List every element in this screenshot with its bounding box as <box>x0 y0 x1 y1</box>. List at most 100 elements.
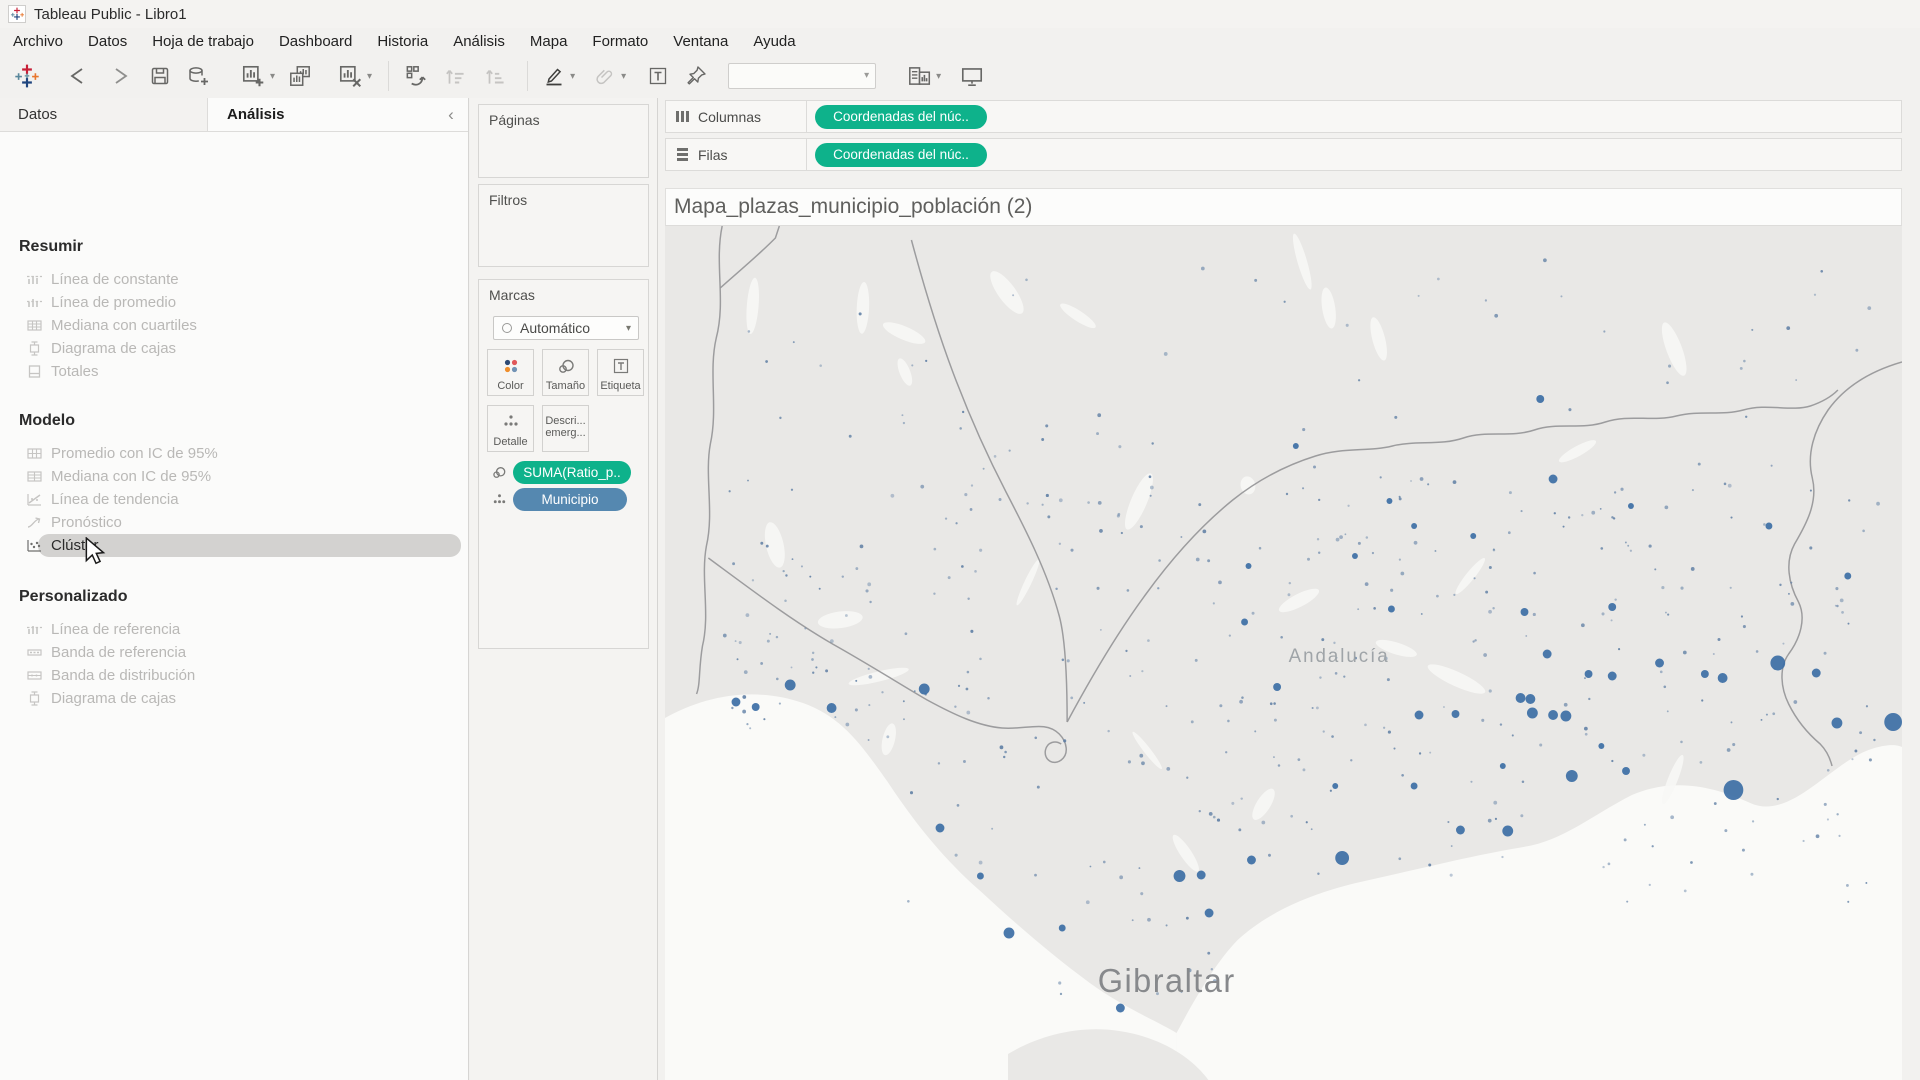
toolbar-separator <box>388 61 389 91</box>
filters-shelf[interactable]: Filtros <box>478 184 649 267</box>
measure-pill[interactable]: SUMA(Ratio_p.. <box>513 461 631 484</box>
analytics-item[interactable]: Mediana con IC de 95% <box>0 465 468 488</box>
analytics-item[interactable]: Pronóstico <box>0 511 468 534</box>
columns-pill[interactable]: Coordenadas del núc.. <box>815 105 987 129</box>
tab-analisis[interactable]: Análisis <box>208 98 434 131</box>
menu-bar: Archivo Datos Hoja de trabajo Dashboard … <box>0 28 1920 54</box>
worksheet-area: Columnas Coordenadas del núc.. Filas Coo… <box>659 98 1920 1080</box>
constant-line-icon <box>26 271 43 288</box>
window-title: Tableau Public - Libro1 <box>34 6 187 23</box>
size-button[interactable]: Tamaño <box>542 349 589 396</box>
presentation-mode-button[interactable] <box>959 63 985 89</box>
new-worksheet-button[interactable] <box>240 63 266 89</box>
mark-type-value: Automático <box>520 320 590 336</box>
menu-item-archivo[interactable]: Archivo <box>13 33 63 50</box>
distribution-band-icon <box>26 667 43 684</box>
analytics-item[interactable]: Línea de constante <box>0 268 468 291</box>
pages-shelf-title: Páginas <box>479 105 648 128</box>
svg-text:Gibraltar: Gibraltar <box>1098 962 1236 999</box>
tooltip-button[interactable]: Descri... emerg... <box>542 405 589 452</box>
menu-item-formato[interactable]: Formato <box>592 33 648 50</box>
dimension-pill[interactable]: Municipio <box>513 488 627 511</box>
columns-shelf[interactable]: Columnas Coordenadas del núc.. <box>665 100 1902 133</box>
tableau-logo-button[interactable] <box>14 63 40 89</box>
columns-icon <box>675 109 690 124</box>
rows-label: Filas <box>698 147 806 163</box>
fit-selector-caret[interactable]: ▾ <box>864 70 869 81</box>
redo-button[interactable] <box>106 64 134 88</box>
undo-button[interactable] <box>64 64 92 88</box>
section-resumir: Resumir Línea de constante Línea de prom… <box>0 232 468 383</box>
color-button[interactable]: Color <box>487 349 534 396</box>
menu-item-ayuda[interactable]: Ayuda <box>753 33 795 50</box>
analytics-item[interactable]: Mediana con cuartiles <box>0 314 468 337</box>
sort-ascending-button[interactable] <box>443 63 469 89</box>
title-bar: Tableau Public - Libro1 <box>0 0 1920 28</box>
collapse-pane-icon[interactable]: ‹ <box>434 105 468 125</box>
save-button[interactable] <box>148 64 172 88</box>
analytics-item[interactable]: Totales <box>0 360 468 383</box>
detail-pill-row: Municipio <box>489 488 627 511</box>
cluster-icon <box>26 537 43 554</box>
show-me-button[interactable] <box>906 63 932 89</box>
sheet-title-bar: Mapa_plazas_municipio_población (2) <box>665 188 1902 226</box>
sheet-title: Mapa_plazas_municipio_población (2) <box>666 195 1032 219</box>
fit-selector[interactable]: ▾ <box>728 63 876 89</box>
reference-line-icon <box>26 621 43 638</box>
toolbar: ▾ ▾ ▾ ▾ ▾ ▾ <box>0 54 1920 98</box>
analytics-item[interactable]: Línea de promedio <box>0 291 468 314</box>
pin-button[interactable] <box>684 64 708 88</box>
size-icon <box>489 464 509 482</box>
menu-item-ventana[interactable]: Ventana <box>673 33 728 50</box>
marks-card-title: Marcas <box>479 280 648 303</box>
map-canvas[interactable]: Andalucía Gibraltar <box>665 226 1902 1080</box>
rows-shelf[interactable]: Filas Coordenadas del núc.. <box>665 138 1902 171</box>
average-line-icon <box>26 294 43 311</box>
new-data-source-button[interactable] <box>186 64 210 88</box>
detail-icon <box>488 413 533 431</box>
label-button[interactable]: Etiqueta <box>597 349 644 396</box>
sort-descending-button[interactable] <box>483 63 509 89</box>
menu-item-mapa[interactable]: Mapa <box>530 33 568 50</box>
clear-sheet-caret[interactable]: ▾ <box>367 71 372 82</box>
analytics-item[interactable]: Promedio con IC de 95% <box>0 442 468 465</box>
analytics-item-cluster[interactable]: Clúster <box>0 534 468 557</box>
median-ci-icon <box>26 468 43 485</box>
analytics-item[interactable]: Diagrama de cajas <box>0 337 468 360</box>
detail-button[interactable]: Detalle <box>487 405 534 452</box>
clear-sheet-button[interactable] <box>337 63 363 89</box>
section-title: Modelo <box>0 406 468 436</box>
menu-item-datos[interactable]: Datos <box>88 33 127 50</box>
text-label-button[interactable] <box>646 64 670 88</box>
tab-datos[interactable]: Datos <box>0 98 208 131</box>
format-copy-button[interactable] <box>593 64 617 88</box>
rows-pill[interactable]: Coordenadas del núc.. <box>815 143 987 167</box>
menu-item-hoja-de-trabajo[interactable]: Hoja de trabajo <box>152 33 254 50</box>
analytics-pane: Datos Análisis ‹ Resumir Línea de consta… <box>0 98 469 1080</box>
highlight-caret[interactable]: ▾ <box>570 71 575 82</box>
analytics-item[interactable]: Línea de referencia <box>0 618 468 641</box>
show-me-caret[interactable]: ▾ <box>936 71 941 82</box>
section-title: Personalizado <box>0 582 468 612</box>
box-plot-icon <box>26 340 43 357</box>
highlight-button[interactable] <box>542 64 566 88</box>
analytics-item[interactable]: Línea de tendencia <box>0 488 468 511</box>
map-view[interactable]: Andalucía Gibraltar <box>665 226 1902 1080</box>
svg-text:Andalucía: Andalucía <box>1289 645 1390 666</box>
format-copy-caret[interactable]: ▾ <box>621 71 626 82</box>
analytics-item[interactable]: Banda de distribución <box>0 664 468 687</box>
label-icon <box>598 357 643 375</box>
section-modelo: Modelo Promedio con IC de 95% Mediana co… <box>0 406 468 557</box>
menu-item-dashboard[interactable]: Dashboard <box>279 33 352 50</box>
pages-shelf[interactable]: Páginas <box>478 104 649 178</box>
menu-item-analisis[interactable]: Análisis <box>453 33 505 50</box>
duplicate-sheet-button[interactable] <box>287 63 313 89</box>
shelf-divider <box>806 100 807 133</box>
mark-type-selector[interactable]: Automático ▾ <box>493 316 639 340</box>
toolbar-separator <box>527 61 528 91</box>
menu-item-historia[interactable]: Historia <box>377 33 428 50</box>
analytics-item[interactable]: Banda de referencia <box>0 641 468 664</box>
new-worksheet-caret[interactable]: ▾ <box>270 71 275 82</box>
swap-rows-columns-button[interactable] <box>403 63 429 89</box>
analytics-item[interactable]: Diagrama de cajas <box>0 687 468 710</box>
